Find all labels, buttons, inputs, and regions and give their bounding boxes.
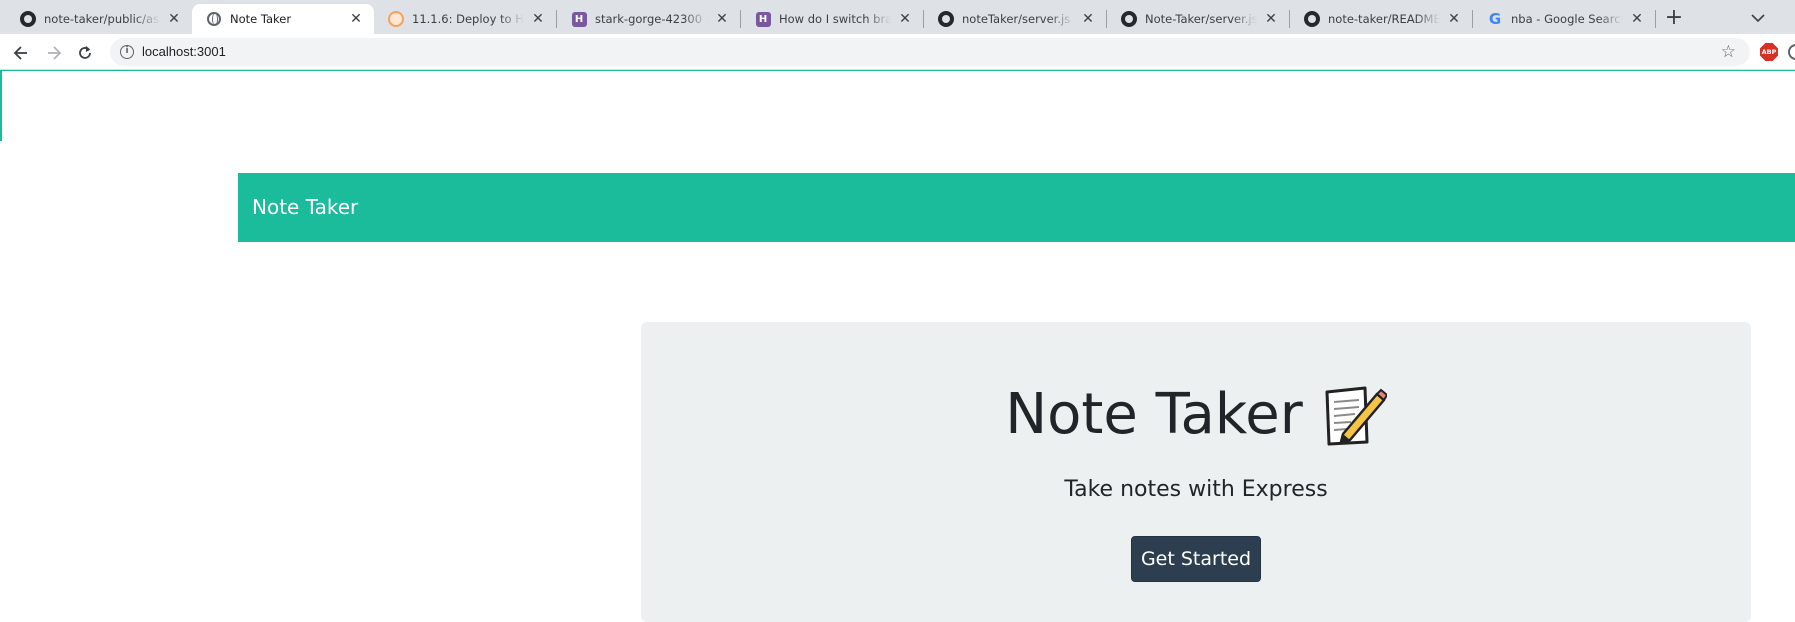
tab-nba-google-search[interactable]: G nba - Google Search ✕ — [1473, 4, 1655, 34]
close-tab-icon[interactable]: ✕ — [348, 11, 364, 27]
get-started-button[interactable]: Get Started — [1131, 536, 1261, 582]
google-icon: G — [1488, 10, 1502, 28]
heroku-icon: H — [755, 11, 771, 27]
url-text[interactable]: localhost:3001 — [142, 44, 226, 59]
tab-title: note-taker/public/asse — [44, 12, 160, 26]
arrow-right-icon — [48, 46, 62, 60]
github-icon — [1304, 11, 1320, 27]
tab-title: stark-gorge-42300 | H — [595, 12, 708, 26]
tab-title: noteTaker/server.js at — [962, 12, 1074, 26]
tab-title: Note-Taker/server.js at — [1145, 12, 1257, 26]
memo-icon — [1321, 384, 1389, 446]
page-title: Note Taker — [1005, 382, 1303, 447]
bootcampspot-icon — [388, 11, 404, 27]
new-tab-button[interactable]: + — [1660, 5, 1688, 33]
close-tab-icon[interactable]: ✕ — [530, 11, 546, 27]
tab-note-taker-server-js[interactable]: Note-Taker/server.js at ✕ — [1107, 4, 1289, 34]
page-content: Note Taker Note Taker Take notes with Ex… — [0, 70, 1795, 622]
tab-title: How do I switch branc — [779, 12, 891, 26]
jumbotron: Note Taker Take notes with Express Get S… — [641, 322, 1751, 622]
site-info-icon[interactable]: i — [120, 45, 134, 59]
jumbotron-heading: Note Taker — [641, 382, 1751, 447]
close-tab-icon[interactable]: ✕ — [1263, 11, 1279, 27]
accent-left-bar — [0, 70, 2, 141]
tab-title: note-taker/README.m — [1328, 12, 1440, 26]
github-icon — [1121, 11, 1137, 27]
tab-title: nba - Google Search — [1511, 12, 1623, 26]
close-tab-icon[interactable]: ✕ — [166, 11, 182, 27]
tab-deploy-to-heroku[interactable]: 11.1.6: Deploy to Hero ✕ — [374, 4, 556, 34]
back-button[interactable] — [7, 39, 35, 67]
tab-switch-branch[interactable]: H How do I switch branc ✕ — [741, 4, 923, 34]
navbar-brand-link[interactable]: Note Taker — [252, 195, 358, 219]
close-tab-icon[interactable]: ✕ — [897, 11, 913, 27]
tab-separator — [1655, 10, 1656, 28]
close-tab-icon[interactable]: ✕ — [714, 11, 730, 27]
tab-note-taker[interactable]: Note Taker ✕ — [192, 4, 374, 34]
reload-button[interactable] — [71, 39, 99, 67]
close-tab-icon[interactable]: ✕ — [1446, 11, 1462, 27]
browser-toolbar: i localhost:3001 ☆ — [0, 34, 1795, 70]
arrow-left-icon — [13, 46, 27, 60]
navbar: Note Taker — [238, 173, 1795, 242]
close-tab-icon[interactable]: ✕ — [1629, 11, 1645, 27]
github-icon — [20, 11, 36, 27]
tab-stark-gorge[interactable]: H stark-gorge-42300 | H ✕ — [557, 4, 740, 34]
reload-icon — [79, 46, 91, 59]
chevron-down-icon — [1751, 14, 1765, 23]
forward-button[interactable] — [40, 39, 68, 67]
heroku-icon: H — [571, 11, 587, 27]
github-icon — [938, 11, 954, 27]
tab-title: 11.1.6: Deploy to Hero — [412, 12, 524, 26]
jumbotron-lead: Take notes with Express — [1064, 477, 1328, 502]
tab-strip: note-taker/public/asse ✕ Note Taker ✕ 11… — [0, 0, 1795, 34]
address-bar[interactable]: i localhost:3001 ☆ — [110, 38, 1750, 66]
tab-note-taker-readme[interactable]: note-taker/README.m ✕ — [1290, 4, 1472, 34]
tab-note-taker-public-assets[interactable]: note-taker/public/asse ✕ — [6, 4, 192, 34]
tab-search-button[interactable] — [1746, 6, 1770, 30]
accent-line — [0, 70, 1795, 71]
tab-notetaker-server-js[interactable]: noteTaker/server.js at ✕ — [924, 4, 1106, 34]
tab-title: Note Taker — [230, 12, 292, 26]
close-tab-icon[interactable]: ✕ — [1080, 11, 1096, 27]
globe-icon — [206, 11, 222, 27]
bookmark-star-icon[interactable]: ☆ — [1721, 42, 1736, 62]
